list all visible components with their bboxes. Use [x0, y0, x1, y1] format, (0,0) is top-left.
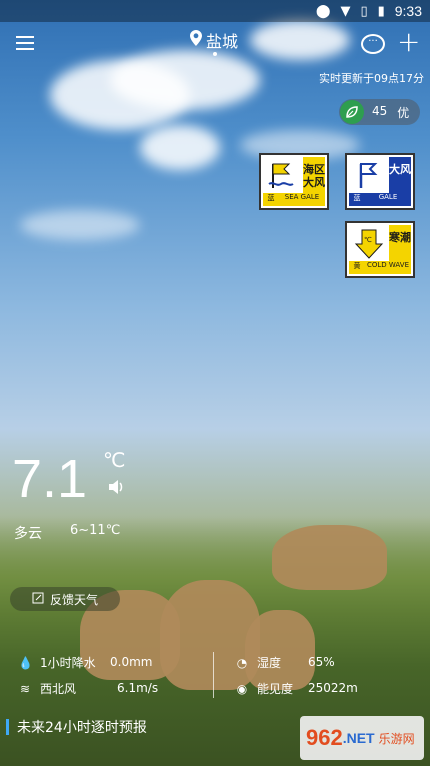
wind-label: 西北风: [40, 682, 77, 696]
edit-icon: [32, 592, 44, 607]
warning-sea-gale[interactable]: 海区大风 蓝 SEA GALE: [259, 153, 329, 210]
warning-en: GALE: [365, 193, 411, 206]
leaf-icon: [340, 100, 364, 124]
add-city-icon[interactable]: +: [397, 28, 420, 56]
cloud: [250, 20, 350, 60]
location-pin-icon: [190, 30, 202, 50]
weather-condition: 多云: [14, 526, 42, 542]
humidity-icon: ◔: [236, 655, 248, 670]
down-arrow-icon: ℃: [349, 225, 389, 263]
deer-image: [272, 525, 387, 590]
cloud: [110, 50, 260, 110]
rain-drop-icon: 💧: [18, 655, 33, 670]
visibility-value: 25022m: [308, 681, 358, 695]
menu-icon[interactable]: [16, 36, 34, 50]
update-time: 实时更新于09点17分: [319, 72, 424, 85]
battery-icon: ▮: [377, 3, 385, 19]
cloud: [140, 125, 220, 170]
page-indicator: [213, 52, 217, 56]
watermark-text: 乐游网: [378, 731, 415, 746]
watermark-logo: 962 .NET 乐游网: [300, 716, 424, 760]
flag-icon: [349, 157, 389, 195]
forecast-title: 未来24小时逐时预报: [17, 720, 147, 736]
warning-en: COLD WAVE: [365, 261, 411, 274]
warning-name: 寒潮: [389, 225, 411, 263]
status-bar: ⬤ ▼ ▯ ▮ 9:33: [0, 0, 430, 22]
watermark-suffix: .NET: [342, 730, 375, 746]
cloud: [20, 210, 140, 240]
warning-cold-wave[interactable]: ℃ 寒潮 黄 COLD WAVE: [345, 221, 415, 278]
metrics-divider: [213, 652, 214, 698]
chat-icon[interactable]: ···: [361, 34, 385, 54]
precip-label: 1小时降水: [40, 656, 96, 670]
speaker-icon[interactable]: [107, 478, 125, 501]
eye-icon: ◉: [236, 681, 248, 696]
weather-screen: ⬤ ▼ ▯ ▮ 9:33 盐城 ··· + 实时更新于09点17分 45 优 海…: [0, 0, 430, 766]
humidity-value: 65%: [308, 655, 335, 669]
warning-level: 黄: [349, 261, 365, 274]
city-selector[interactable]: 盐城: [190, 28, 238, 52]
warning-level: 蓝: [349, 193, 365, 206]
location-status-icon: ⬤: [315, 3, 331, 19]
warning-en: SEA GALE: [279, 193, 325, 206]
city-name: 盐城: [206, 32, 239, 51]
humidity-label: 湿度: [257, 656, 282, 670]
svg-text:℃: ℃: [364, 236, 372, 244]
wind-value: 6.1m/s: [117, 681, 159, 695]
aqi-level: 优: [397, 105, 410, 120]
warning-name: 海区大风: [303, 157, 325, 195]
watermark-number: 962: [306, 725, 343, 750]
status-time: 9:33: [394, 3, 422, 19]
accent-bar: [6, 719, 9, 735]
temperature-range: 6~11℃: [70, 523, 121, 538]
feedback-button[interactable]: 反馈天气: [10, 587, 120, 611]
current-temperature: 7.1: [12, 449, 88, 509]
weather-metrics: 💧 1小时降水 0.0mm ≋ 西北风 6.1m/s ◔ 湿度 65% ◉ 能见…: [0, 650, 430, 700]
wifi-icon: ▼: [340, 3, 351, 19]
flag-icon: [263, 157, 303, 195]
warning-level: 蓝: [263, 193, 279, 206]
precip-value: 0.0mm: [110, 655, 153, 669]
aqi-value: 45: [372, 103, 388, 118]
sim-icon: ▯: [360, 3, 368, 19]
aqi-badge[interactable]: 45 优: [339, 99, 420, 125]
temperature-unit: ℃: [103, 448, 126, 472]
feedback-label: 反馈天气: [49, 592, 98, 607]
wind-icon: ≋: [19, 681, 31, 696]
warning-name: 大风: [389, 157, 411, 195]
visibility-label: 能见度: [257, 682, 294, 696]
warning-gale[interactable]: 大风 蓝 GALE: [345, 153, 415, 210]
